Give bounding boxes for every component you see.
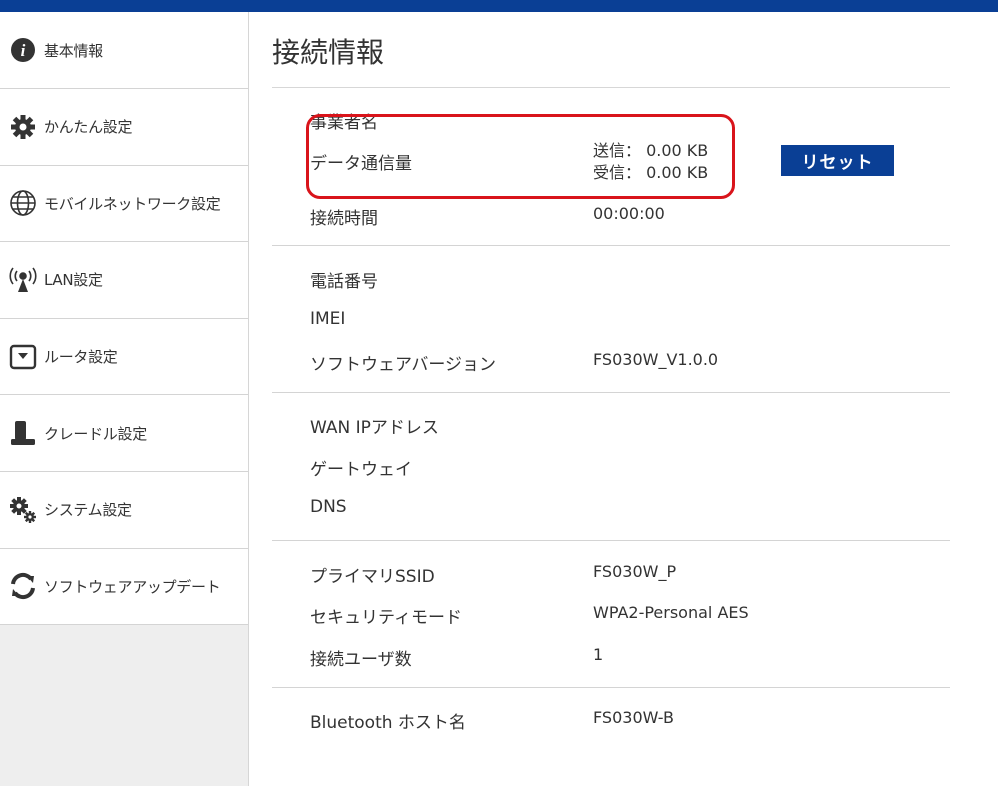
page-title: 接続情報 <box>272 36 385 69</box>
connected-users-label: 接続ユーザ数 <box>310 650 412 670</box>
antenna-icon <box>8 265 38 295</box>
highlight-annotation <box>306 114 735 199</box>
dns-label: DNS <box>310 497 347 517</box>
primary-ssid-value: FS030W_P <box>593 562 677 581</box>
reset-button[interactable]: リセット <box>781 145 894 176</box>
connected-users-value: 1 <box>593 645 604 664</box>
globe-icon <box>8 188 38 218</box>
sidebar-item-basic-info[interactable]: i 基本情報 <box>0 12 248 89</box>
wan-ip-row: WAN IPアドレス <box>272 413 950 438</box>
sidebar-item-label: システム設定 <box>44 501 132 520</box>
dns-row: DNS <box>272 497 950 521</box>
sidebar-item-label: ルータ設定 <box>44 348 118 367</box>
sidebar-menu: i 基本情報 かんたん設定 モバイルネットワーク設定 LAN設定 ルータ設定 ク… <box>0 12 248 626</box>
security-mode-value: WPA2-Personal AES <box>593 603 749 622</box>
connection-time-row: 接続時間 00:00:00 <box>272 204 950 229</box>
primary-ssid-label: プライマリSSID <box>310 567 435 587</box>
cradle-icon <box>8 418 38 448</box>
software-version-value: FS030W_V1.0.0 <box>593 350 719 369</box>
top-bar <box>0 0 998 12</box>
device-section: 電話番号 IMEI ソフトウェアバージョン FS030W_V1.0.0 <box>272 246 950 393</box>
svg-text:i: i <box>21 41 26 60</box>
sidebar-item-label: クレードル設定 <box>44 424 147 443</box>
wifi-section: プライマリSSID FS030W_P セキュリティモード WPA2-Person… <box>272 541 950 688</box>
software-version-label: ソフトウェアバージョン <box>310 355 496 375</box>
sidebar-item-label: 基本情報 <box>44 41 103 60</box>
info-icon: i <box>8 35 38 65</box>
refresh-icon <box>8 571 38 601</box>
sidebar: i 基本情報 かんたん設定 モバイルネットワーク設定 LAN設定 ルータ設定 ク… <box>0 12 249 786</box>
imei-row: IMEI <box>272 309 950 333</box>
primary-ssid-row: プライマリSSID FS030W_P <box>272 562 950 587</box>
sidebar-item-router[interactable]: ルータ設定 <box>0 319 248 396</box>
bluetooth-host-row: Bluetooth ホスト名 FS030W-B <box>272 708 950 733</box>
sidebar-item-easy-setup[interactable]: かんたん設定 <box>0 89 248 166</box>
gear-icon <box>8 112 38 142</box>
wan-ip-label: WAN IPアドレス <box>310 418 439 438</box>
sidebar-item-label: ソフトウェアアップデート <box>44 577 221 596</box>
sidebar-item-lan[interactable]: LAN設定 <box>0 242 248 319</box>
bluetooth-host-label: Bluetooth ホスト名 <box>310 713 466 733</box>
sidebar-item-cradle[interactable]: クレードル設定 <box>0 395 248 472</box>
router-icon <box>8 342 38 372</box>
sidebar-item-software-update[interactable]: ソフトウェアアップデート <box>0 549 248 626</box>
sidebar-item-label: モバイルネットワーク設定 <box>44 194 221 213</box>
sidebar-item-mobile-network[interactable]: モバイルネットワーク設定 <box>0 166 248 243</box>
imei-label: IMEI <box>310 309 346 329</box>
network-section: WAN IPアドレス ゲートウェイ DNS <box>272 393 950 541</box>
gateway-row: ゲートウェイ <box>272 455 950 480</box>
sidebar-item-label: LAN設定 <box>44 271 103 290</box>
security-mode-label: セキュリティモード <box>310 608 462 628</box>
bluetooth-host-value: FS030W-B <box>593 708 674 727</box>
sidebar-item-system[interactable]: システム設定 <box>0 472 248 549</box>
phone-row: 電話番号 <box>272 267 950 292</box>
security-mode-row: セキュリティモード WPA2-Personal AES <box>272 603 950 628</box>
connected-users-row: 接続ユーザ数 1 <box>272 645 950 670</box>
bluetooth-section: Bluetooth ホスト名 FS030W-B <box>272 688 950 768</box>
gears-icon <box>8 495 38 525</box>
connection-time-value: 00:00:00 <box>593 204 665 223</box>
software-version-row: ソフトウェアバージョン FS030W_V1.0.0 <box>272 350 950 375</box>
sidebar-item-label: かんたん設定 <box>44 118 133 137</box>
gateway-label: ゲートウェイ <box>310 460 412 480</box>
connection-time-label: 接続時間 <box>310 209 378 229</box>
phone-label: 電話番号 <box>310 272 378 292</box>
